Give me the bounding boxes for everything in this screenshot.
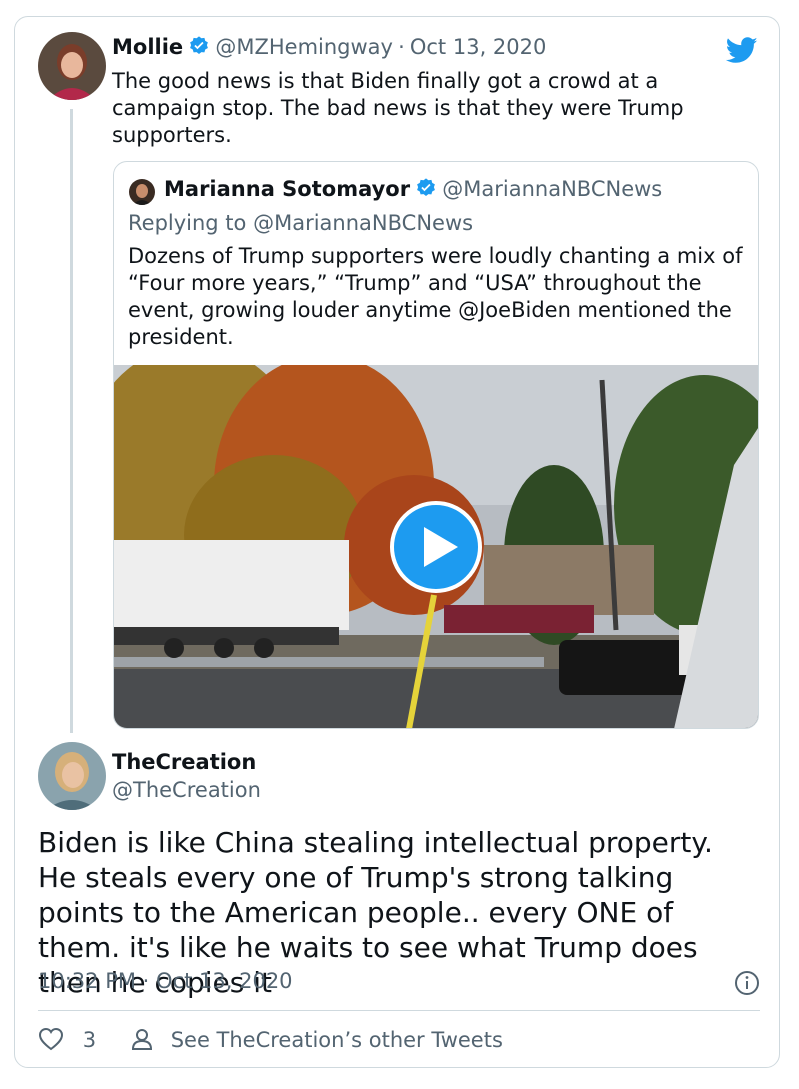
see-other-tweets-link[interactable]: See TheCreation’s other Tweets (130, 1027, 503, 1056)
twitter-bird-icon[interactable] (725, 37, 758, 68)
verified-badge-icon (188, 35, 210, 61)
avatar-marianna[interactable] (129, 179, 155, 205)
reply-author-handle[interactable]: @TheCreation (112, 778, 261, 802)
play-icon (424, 527, 458, 567)
separator-dot: · (398, 35, 405, 59)
main-tweet-text: The good news is that Biden finally got … (112, 69, 684, 147)
avatar-thecreation[interactable] (38, 742, 106, 810)
like-button[interactable]: 3 (38, 1027, 96, 1056)
see-other-tweets-label[interactable]: See TheCreation’s other Tweets (171, 1028, 503, 1052)
tweet-embed-card: Mollie @MZHemingway · Oct 13, 2020 The g… (14, 16, 780, 1068)
play-button[interactable] (390, 501, 482, 593)
separator-dot: · (142, 969, 150, 993)
author-handle[interactable]: @MZHemingway (215, 35, 393, 59)
avatar-mollie[interactable] (38, 32, 106, 100)
like-count: 3 (82, 1028, 97, 1052)
thread-connector-line (70, 109, 73, 733)
author-name[interactable]: Mollie (112, 35, 183, 59)
quoted-author-name[interactable]: Marianna Sotomayor (164, 177, 410, 201)
reply-author-name[interactable]: TheCreation (112, 750, 256, 774)
heart-icon (38, 1027, 64, 1056)
quoted-tweet-text: Dozens of Trump supporters were loudly c… (128, 244, 743, 349)
footer-divider (38, 1010, 760, 1011)
reply-time[interactable]: 10:32 PM (38, 969, 136, 993)
person-icon (130, 1027, 154, 1056)
quoted-tweet[interactable]: Marianna Sotomayor @MariannaNBCNews Repl… (113, 161, 759, 729)
reply-timestamp[interactable]: 10:32 PM · Oct 13, 2020 (38, 969, 293, 993)
main-tweet-header: Mollie @MZHemingway · Oct 13, 2020 (112, 35, 546, 61)
video-thumbnail[interactable] (114, 365, 758, 728)
replying-to-label: Replying to (128, 211, 247, 235)
reply-date[interactable]: Oct 13, 2020 (156, 969, 293, 993)
tweet-date[interactable]: Oct 13, 2020 (410, 35, 547, 59)
quoted-tweet-header: Marianna Sotomayor @MariannaNBCNews (164, 177, 662, 203)
info-icon[interactable] (734, 970, 760, 1000)
replying-to-line: Replying to @MariannaNBCNews (128, 210, 473, 237)
replying-to-handle[interactable]: @MariannaNBCNews (253, 211, 473, 235)
verified-badge-icon (415, 177, 437, 203)
quoted-author-handle[interactable]: @MariannaNBCNews (442, 177, 662, 201)
